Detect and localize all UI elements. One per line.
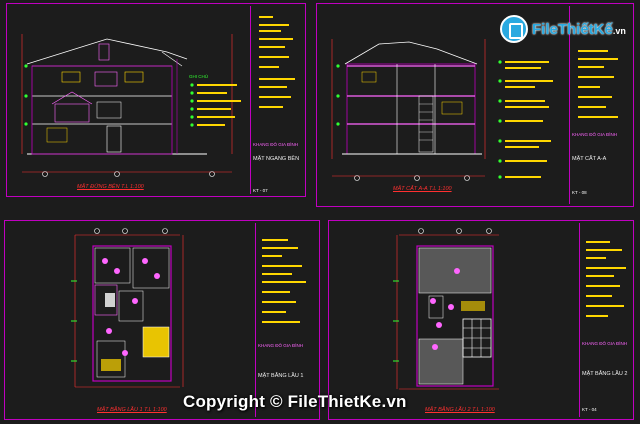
sheet-caption: MẶT BẰNG LẦU 2 T.L 1:100 xyxy=(425,407,495,413)
title-block-code: KT - 08 xyxy=(572,190,587,195)
title-block-company: KHANG ĐÔ GIA ĐÌNH xyxy=(253,142,299,147)
drawing-sheet-plan-1: MẶT BẰNG LẦU 1 T.L 1:100 KHANG ĐÔ GIA ĐÌ… xyxy=(4,220,320,420)
floor-plan-1-drawing xyxy=(71,228,184,388)
legend-bullets xyxy=(190,83,241,127)
title-block-label: MẶT BẰNG LẦU 1 xyxy=(258,373,304,379)
legend-title: GHI CHÚ xyxy=(189,74,208,79)
title-block-company: KHANG ĐÔ GIA ĐÌNH xyxy=(582,341,628,346)
title-block: KHANG ĐÔ GIA ĐÌNH MẶT BẰNG LẦU 2 KT - 04 xyxy=(579,223,634,417)
title-block-company: KHANG ĐÔ GIA ĐÌNH xyxy=(258,343,304,348)
title-block: KHANG ĐÔ GIA ĐÌNH MẶT BẰNG LẦU 1 xyxy=(255,223,318,417)
floor-plan-2-drawing xyxy=(393,228,499,390)
section-drawing xyxy=(331,39,486,181)
title-block-company: KHANG ĐÔ GIA ĐÌNH xyxy=(572,132,618,137)
drawing-sheet-elevation: GHI CHÚ MẶT ĐỨNG BÊN T.L 1:100 KHANG ĐÔ … xyxy=(6,3,306,197)
sheet-caption: MẶT ĐỨNG BÊN T.L 1:100 xyxy=(77,184,144,190)
title-block: KHANG ĐÔ GIA ĐÌNH MẶT NGANG BÊN KT - 07 xyxy=(250,6,306,194)
title-block-label: MẶT CẮT A-A xyxy=(572,156,607,162)
title-block-label: MẶT BẰNG LẦU 2 xyxy=(582,371,628,377)
title-block-code: KT - 04 xyxy=(582,407,597,412)
brand-name: FileThiếtKế.vn xyxy=(532,20,626,38)
file-icon xyxy=(500,15,528,43)
drawing-sheet-plan-2: MẶT BẰNG LẦU 2 T.L 1:100 KHANG ĐÔ GIA ĐÌ… xyxy=(328,220,634,420)
sheet-caption: MẶT CẮT A-A T.L 1:100 xyxy=(393,186,452,192)
sheet-caption: MẶT BẰNG LẦU 1 T.L 1:100 xyxy=(97,407,167,413)
section-notes xyxy=(498,60,553,179)
copyright-watermark: Copyright © FileThietKe.vn xyxy=(183,392,407,411)
title-block-code: KT - 07 xyxy=(253,188,268,193)
title-block-label: MẶT NGANG BÊN xyxy=(253,156,300,162)
brand-logo: FileThiếtKế.vn xyxy=(500,14,626,44)
